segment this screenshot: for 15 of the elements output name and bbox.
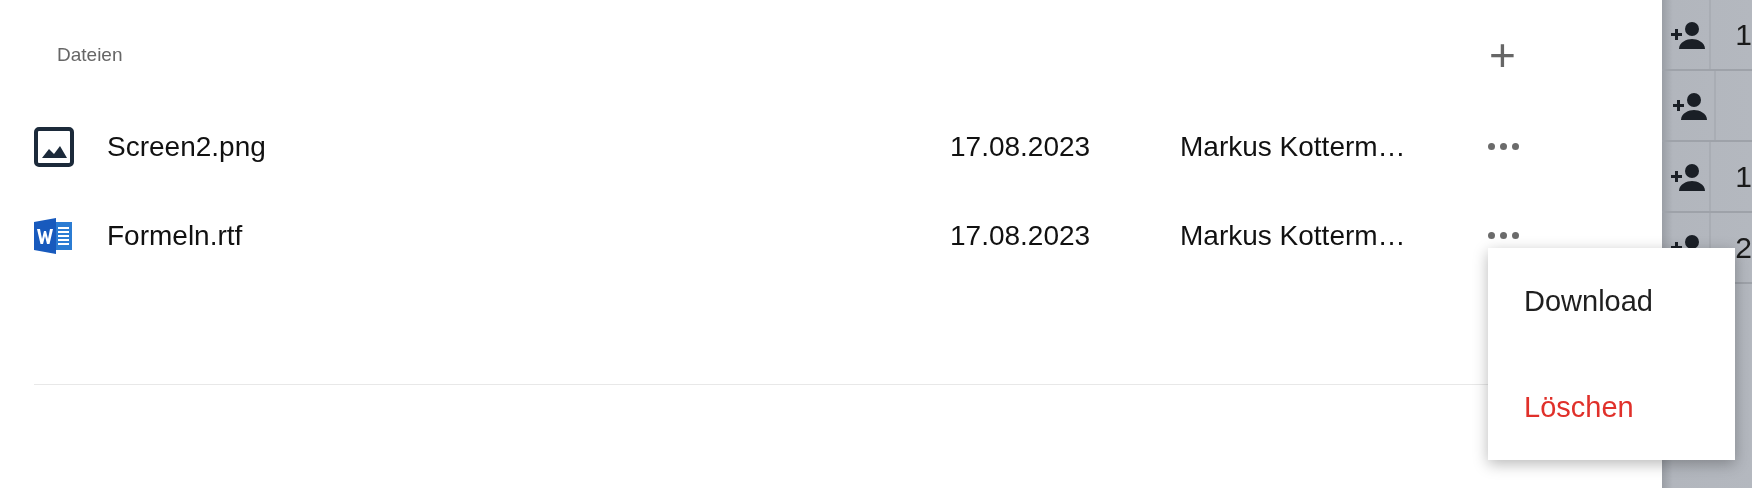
date-text: 17.08.2023 [950,130,1092,163]
section-title: Dateien [57,44,124,66]
add-button[interactable]: + [1489,32,1516,78]
date-text: 17.08.2023 [950,219,1092,252]
owner-text: Markus Kotterm… [1180,219,1407,252]
count-text: 1 [1735,159,1752,194]
image-icon [34,126,74,167]
file-name[interactable]: Formeln.rtf [107,219,950,252]
owner-text: Markus Kotterm… [1180,130,1407,163]
menu-item[interactable]: Download [1488,248,1735,354]
menu-item[interactable]: Löschen [1488,354,1735,460]
document-icon [34,215,74,256]
count-text: 1 [1735,17,1752,52]
file-name[interactable]: Screen2.png [107,130,950,163]
count-text: 2 [1735,230,1752,265]
